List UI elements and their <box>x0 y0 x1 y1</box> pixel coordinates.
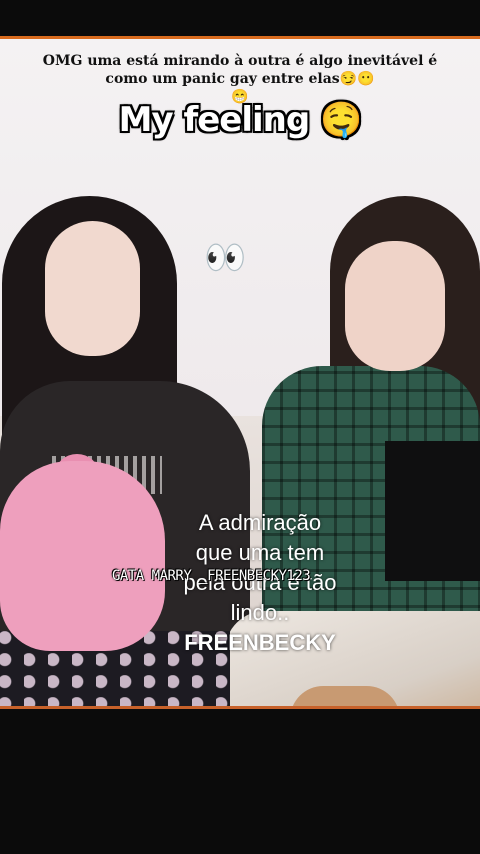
top-caption: OMG uma está mirando à outra é algo inev… <box>40 52 440 106</box>
frame-bottom-border <box>0 706 480 709</box>
top-caption-text: OMG uma está mirando à outra é algo inev… <box>42 53 438 87</box>
right-person-black-top <box>385 441 480 581</box>
eyes-emoji: 👀 <box>204 238 247 278</box>
title-my-feeling: My feeling 🤤 <box>118 100 363 140</box>
right-person-face <box>345 241 445 371</box>
frame-top-border <box>0 36 480 39</box>
subtitle-line-5: FREENBECKY <box>184 630 336 655</box>
left-person-face <box>45 221 140 356</box>
watermark: GATA MARRY _FREENBECKY123 <box>112 568 311 584</box>
subtitle-line-2: que uma tem <box>195 540 325 565</box>
subtitle-line-4: lindo.. <box>230 600 290 625</box>
subtitle-line-1: A admiração <box>198 510 322 535</box>
